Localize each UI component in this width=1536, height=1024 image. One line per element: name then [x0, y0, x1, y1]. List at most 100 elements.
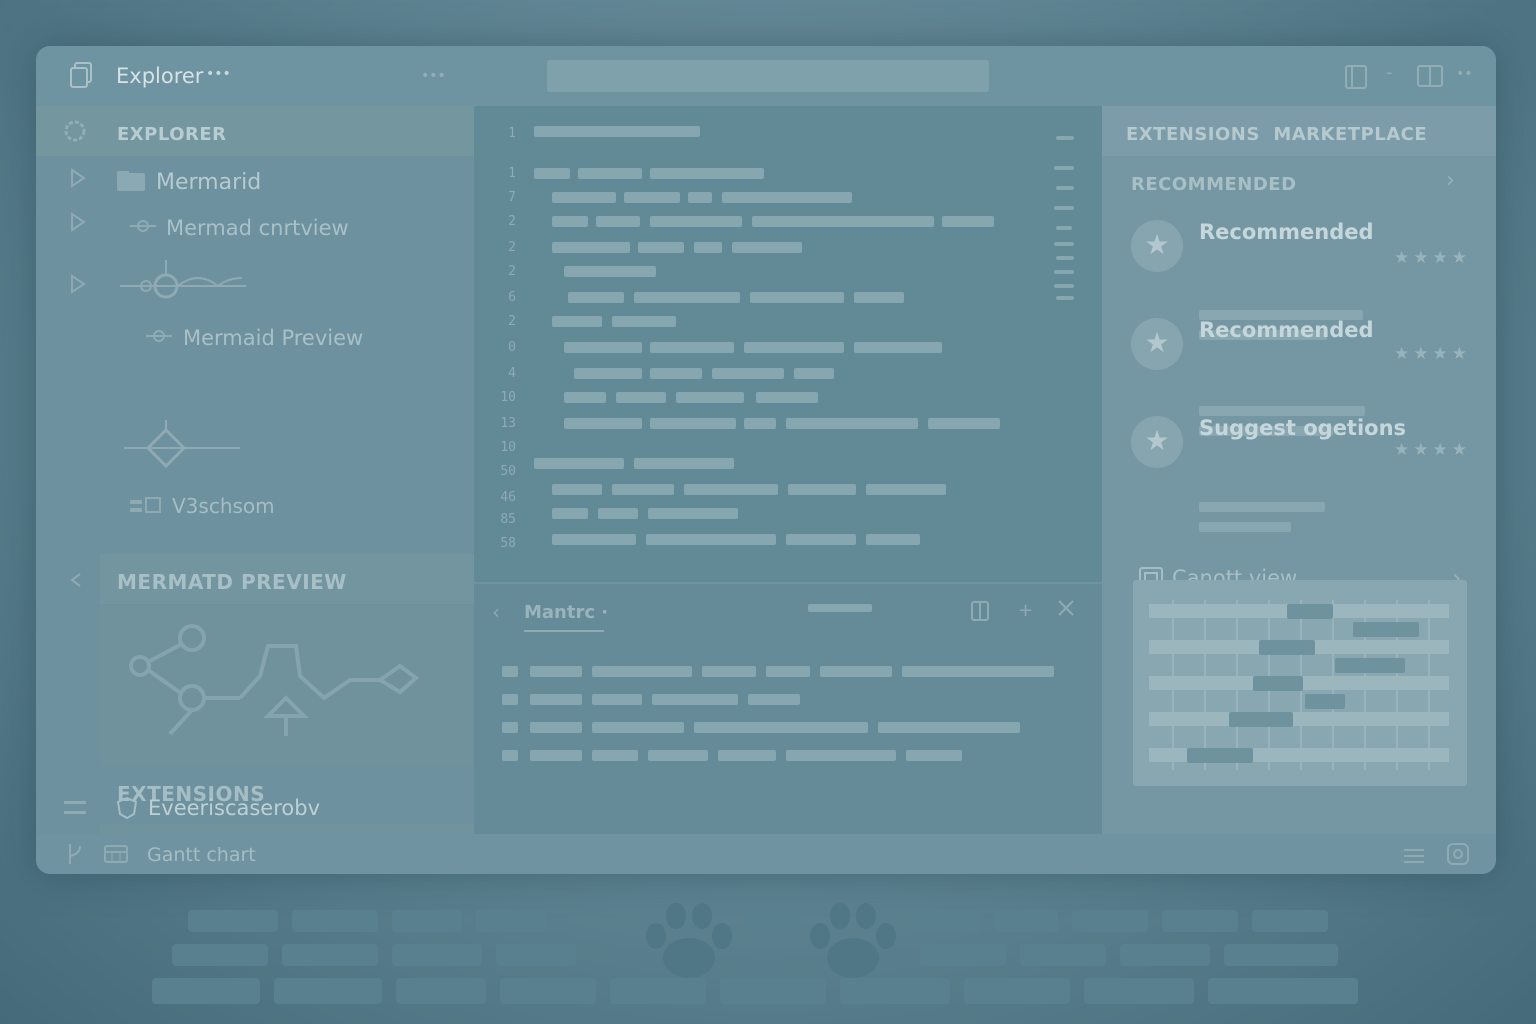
panel-tab-label[interactable]: Mantrc · — [524, 602, 608, 623]
code-token — [552, 484, 602, 495]
code-editor[interactable]: 1 1 7 2 2 2 6 2 0 4 10 13 10 50 46 85 58… — [474, 106, 1102, 836]
tree-item-v3schsom[interactable]: V3schsom — [172, 494, 275, 518]
star-icon: ★ — [1131, 220, 1183, 272]
header-more-dots[interactable]: ••• — [421, 68, 446, 84]
star-icon: ★ — [1131, 318, 1183, 370]
minimap-line — [1056, 256, 1074, 260]
code-token — [744, 342, 844, 353]
branch-icon[interactable] — [64, 842, 86, 870]
keyboard-key — [920, 944, 1006, 966]
keyboard-key — [476, 910, 546, 932]
split-editor-icon[interactable] — [1344, 64, 1368, 94]
line-number: 10 — [500, 390, 516, 405]
output-line — [652, 694, 738, 705]
code-token — [928, 418, 1000, 429]
gantt-bar — [1253, 676, 1303, 691]
tree-item-mermaid-preview-2[interactable]: Mermaid Preview — [183, 326, 363, 350]
tree-item-mermaid-preview-1[interactable]: Mermad cnrtview — [166, 216, 349, 240]
chevron-down-icon[interactable] — [68, 572, 84, 592]
code-token — [650, 216, 742, 227]
keyboard-key — [1084, 978, 1194, 1004]
keyboard-key — [1020, 944, 1106, 966]
keyboard-key — [1162, 910, 1238, 932]
split-panel-icon[interactable] — [970, 600, 990, 626]
output-line — [766, 666, 810, 677]
card-desc-line — [1199, 502, 1325, 512]
code-token — [744, 418, 776, 429]
code-token — [786, 534, 856, 545]
keyboard-key — [994, 910, 1058, 932]
minimize-icon[interactable]: - — [1386, 62, 1393, 83]
minimap[interactable] — [1052, 126, 1076, 306]
keyboard-key — [396, 978, 486, 1004]
keyboard-key — [744, 910, 800, 932]
minimap-line — [1054, 284, 1074, 288]
code-token — [638, 242, 684, 253]
tree-item-mermaid[interactable]: Mermarid — [156, 170, 261, 195]
code-token — [612, 316, 676, 327]
code-token — [578, 168, 642, 179]
chevron-right-icon[interactable] — [70, 274, 86, 298]
more-icon[interactable]: •• — [1456, 66, 1473, 82]
extension-card[interactable]: ★ Recommended ★★★★ — [1102, 304, 1496, 400]
code-token — [552, 316, 602, 327]
code-token — [616, 392, 666, 403]
code-token — [596, 216, 640, 227]
gantt-bar — [1259, 640, 1315, 655]
chevron-right-icon[interactable] — [70, 168, 86, 192]
code-token — [612, 484, 674, 495]
code-token — [786, 418, 918, 429]
code-token — [552, 242, 630, 253]
line-number: 46 — [500, 490, 516, 505]
keyboard-key — [274, 978, 382, 1004]
status-gantt-label[interactable]: Gantt chart — [147, 844, 256, 866]
files-icon[interactable] — [70, 62, 94, 88]
chevron-right-icon[interactable] — [70, 212, 86, 236]
code-token — [722, 192, 852, 203]
extension-card[interactable]: ★ Recommended ★★★★ — [1102, 206, 1496, 302]
pin-icon[interactable]: + — [1018, 600, 1033, 621]
code-token — [634, 292, 740, 303]
extension-card-title: Recommended — [1199, 220, 1374, 244]
chevron-right-icon[interactable]: › — [1446, 168, 1455, 193]
code-token — [794, 368, 834, 379]
line-number: 7 — [508, 190, 516, 205]
title-more-dots[interactable]: ••• — [206, 66, 231, 82]
command-search-bar[interactable] — [547, 60, 989, 92]
keyboard-key — [392, 944, 482, 966]
close-icon[interactable] — [1056, 598, 1076, 622]
code-token — [598, 508, 638, 519]
keyboard-key — [292, 910, 378, 932]
extension-rating: ★★★★ — [1394, 344, 1471, 364]
code-token — [788, 484, 856, 495]
mermaid-diagram-graphic — [129, 624, 420, 736]
keyboard-key — [392, 910, 462, 932]
menu-icon[interactable] — [64, 800, 86, 819]
output-line — [748, 694, 800, 705]
keyboard-key — [916, 910, 980, 932]
line-number: 10 — [500, 440, 516, 455]
keyboard-key — [500, 978, 596, 1004]
code-token — [732, 242, 802, 253]
keyboard-key — [152, 978, 260, 1004]
extension-item-label[interactable]: Eveeriscaserobv — [148, 796, 320, 820]
recommended-heading: RECOMMENDED — [1131, 174, 1297, 195]
settings-icon[interactable] — [62, 118, 88, 148]
gantt-bar — [1305, 694, 1345, 709]
layout-icon[interactable] — [1416, 64, 1444, 92]
minimap-line — [1054, 166, 1074, 170]
panel-tab-indicator — [524, 630, 604, 632]
output-line — [502, 694, 518, 705]
explorer-heading: EXPLORER — [117, 124, 227, 145]
output-line — [530, 694, 582, 705]
extension-rating: ★★★★ — [1394, 440, 1471, 460]
code-token — [552, 192, 616, 203]
calendar-icon[interactable] — [104, 844, 128, 868]
paw-icon — [634, 900, 744, 994]
chevron-left-icon[interactable]: ‹ — [492, 600, 500, 624]
bell-icon[interactable] — [1446, 842, 1470, 870]
list-icon[interactable] — [1402, 846, 1426, 868]
output-line — [530, 722, 582, 733]
extension-card[interactable]: ★ Suggest ogetions ★★★★ — [1102, 402, 1496, 498]
code-token — [752, 216, 934, 227]
